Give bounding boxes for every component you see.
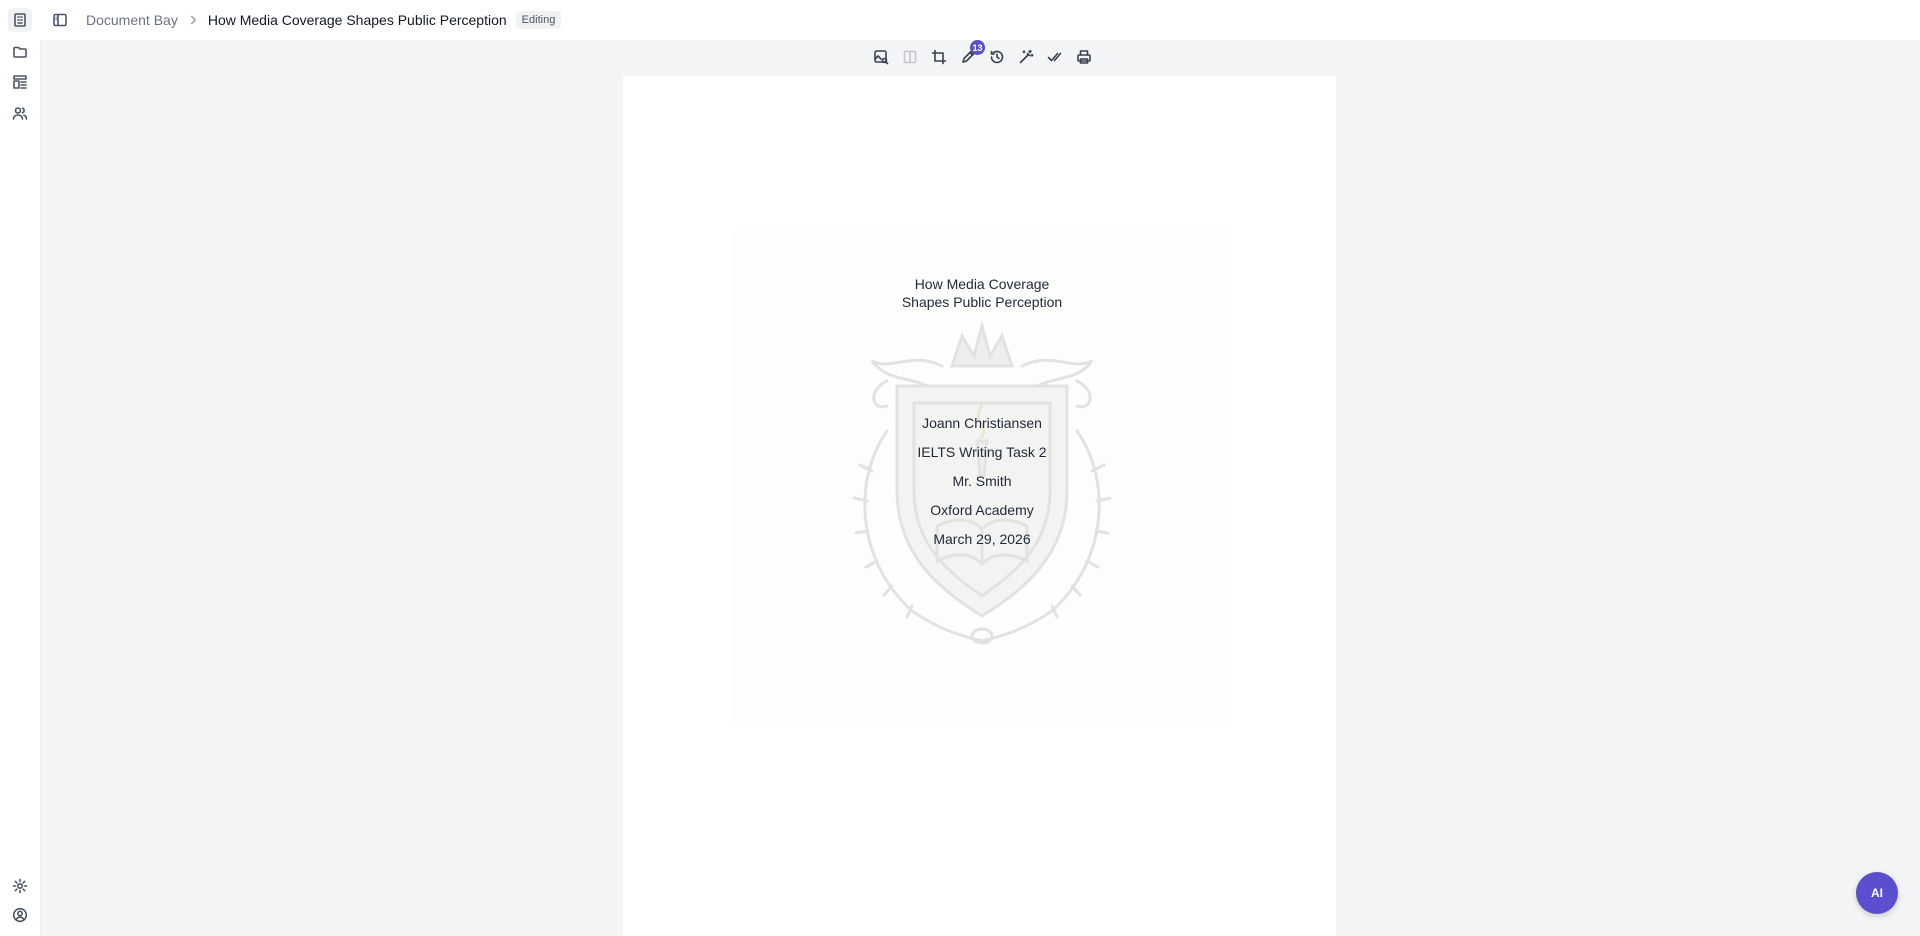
document-toolbar: 13 xyxy=(870,40,1102,68)
image-search-icon[interactable] xyxy=(870,46,892,68)
cover-details: Joann Christiansen IELTS Writing Task 2 … xyxy=(732,413,1232,558)
author-name: Joann Christiansen xyxy=(922,415,1042,431)
history-icon[interactable] xyxy=(986,46,1008,68)
document-date: March 29, 2026 xyxy=(933,531,1031,547)
document-title: How Media Coverage Shapes Public Percept… xyxy=(732,275,1232,311)
print-icon[interactable] xyxy=(1073,46,1095,68)
settings-icon[interactable] xyxy=(8,874,32,898)
columns-icon[interactable] xyxy=(899,46,921,68)
status-badge: Editing xyxy=(515,11,562,29)
instructor-name: Mr. Smith xyxy=(952,473,1012,489)
folder-icon[interactable] xyxy=(8,40,32,64)
annotate-icon[interactable]: 13 xyxy=(957,40,985,68)
magic-wand-icon[interactable] xyxy=(1015,46,1037,68)
cover-page: How Media Coverage Shapes Public Percept… xyxy=(732,231,1232,726)
check-all-icon[interactable] xyxy=(1044,46,1066,68)
document-title-line-1: How Media Coverage xyxy=(914,276,1050,292)
left-sidebar xyxy=(0,0,41,936)
ai-assistant-button[interactable]: AI xyxy=(1856,872,1898,914)
annotation-count-badge: 13 xyxy=(970,40,985,55)
course-name: IELTS Writing Task 2 xyxy=(917,444,1047,460)
institution-name: Oxford Academy xyxy=(930,502,1034,518)
document-page[interactable]: How Media Coverage Shapes Public Percept… xyxy=(623,76,1336,936)
layout-icon[interactable] xyxy=(8,70,32,94)
document-title-line-2: Shapes Public Perception xyxy=(901,294,1063,310)
sidebar-toggle-icon[interactable] xyxy=(50,10,70,30)
crop-icon[interactable] xyxy=(928,46,950,68)
user-circle-icon[interactable] xyxy=(8,903,32,927)
breadcrumb-root-link[interactable]: Document Bay xyxy=(86,12,178,28)
chevron-right-icon xyxy=(186,13,200,27)
users-icon[interactable] xyxy=(8,101,32,125)
building-icon[interactable] xyxy=(8,8,32,32)
top-bar: Document Bay How Media Coverage Shapes P… xyxy=(40,0,1920,40)
breadcrumb-current: How Media Coverage Shapes Public Percept… xyxy=(207,12,507,28)
